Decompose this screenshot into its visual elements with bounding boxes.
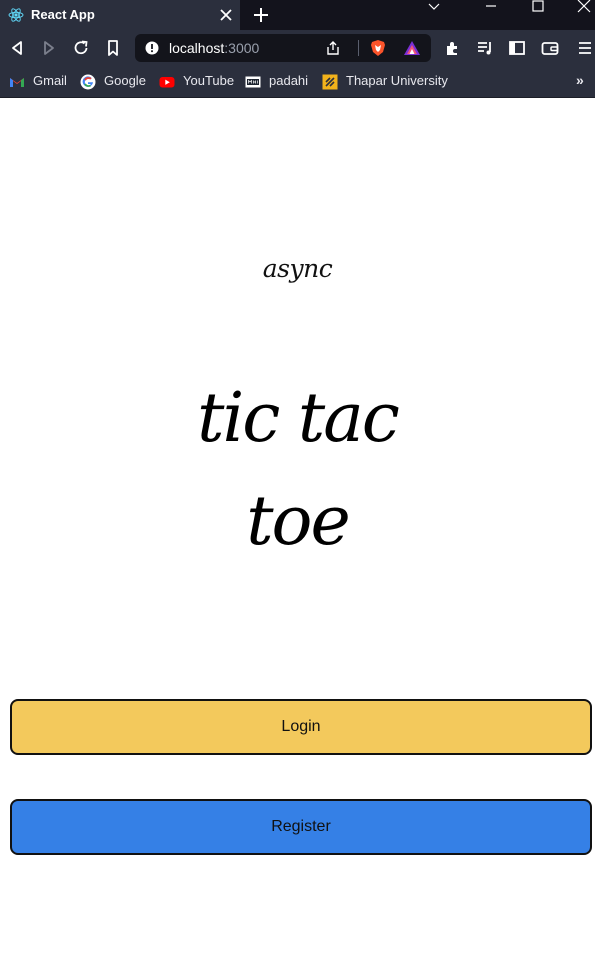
bookmark-label: Thapar University bbox=[346, 73, 448, 88]
tab-title: React App bbox=[31, 7, 95, 22]
wallet-icon[interactable] bbox=[540, 38, 560, 58]
brave-rewards-icon[interactable] bbox=[403, 39, 421, 57]
address-bar[interactable]: localhost:3000 bbox=[135, 34, 431, 62]
tab-search-button[interactable] bbox=[410, 0, 456, 28]
browser-tab[interactable]: React App bbox=[0, 0, 240, 30]
brave-shields-icon[interactable] bbox=[369, 39, 387, 57]
sidebar-icon[interactable] bbox=[507, 38, 527, 58]
maximize-button[interactable] bbox=[514, 0, 560, 28]
bookmarks-bar: Gmail Google YouTube padahi Thapar Unive… bbox=[0, 66, 595, 98]
site-info-icon[interactable] bbox=[145, 41, 159, 55]
reload-icon[interactable] bbox=[71, 38, 91, 58]
forward-icon[interactable] bbox=[39, 38, 59, 58]
page-content: async tic tac toe Login Register bbox=[0, 99, 595, 969]
register-button[interactable]: Register bbox=[10, 799, 592, 855]
minimize-icon bbox=[486, 5, 496, 7]
react-logo-icon bbox=[8, 8, 24, 22]
new-tab-icon[interactable] bbox=[252, 6, 270, 24]
url-port: :3000 bbox=[224, 40, 260, 56]
back-icon[interactable] bbox=[7, 38, 27, 58]
menu-icon[interactable] bbox=[575, 38, 595, 58]
more-bookmarks-button[interactable]: » bbox=[576, 72, 584, 88]
thapar-icon bbox=[322, 74, 338, 90]
share-icon[interactable] bbox=[325, 40, 341, 56]
padahi-icon bbox=[245, 76, 261, 88]
minimize-button[interactable] bbox=[467, 0, 513, 28]
extensions-icon[interactable] bbox=[443, 38, 463, 58]
bookmark-gmail[interactable]: Gmail bbox=[9, 72, 67, 92]
bookmark-youtube[interactable]: YouTube bbox=[159, 72, 235, 92]
url-host: localhost bbox=[169, 40, 225, 56]
register-button-label: Register bbox=[271, 818, 331, 835]
media-playlist-icon[interactable] bbox=[475, 38, 495, 58]
bookmark-padahi[interactable]: padahi bbox=[245, 72, 309, 92]
bookmark-thapar-university[interactable]: Thapar University bbox=[322, 72, 448, 92]
google-icon bbox=[80, 74, 96, 90]
login-button[interactable]: Login bbox=[10, 699, 592, 755]
bookmark-label: padahi bbox=[269, 73, 309, 88]
app-title-line-2: toe bbox=[246, 482, 351, 561]
app-title: tic tac toe bbox=[0, 367, 595, 573]
bookmark-label: Google bbox=[104, 73, 146, 88]
bookmark-label: YouTube bbox=[183, 73, 235, 88]
app-subtitle: async bbox=[262, 254, 333, 283]
login-button-label: Login bbox=[281, 718, 321, 735]
divider bbox=[358, 40, 359, 56]
youtube-icon bbox=[159, 77, 175, 88]
maximize-icon bbox=[532, 0, 544, 12]
tab-strip: React App bbox=[0, 0, 595, 30]
url-text: localhost:3000 bbox=[169, 40, 259, 56]
bookmark-label: Gmail bbox=[33, 73, 67, 88]
bookmark-icon[interactable] bbox=[103, 38, 123, 58]
close-tab-icon[interactable] bbox=[218, 7, 234, 23]
browser-toolbar: localhost:3000 bbox=[0, 30, 595, 66]
close-icon bbox=[577, 0, 591, 13]
chevron-down-icon bbox=[428, 3, 440, 10]
close-window-button[interactable] bbox=[560, 0, 595, 28]
gmail-icon bbox=[10, 78, 24, 87]
app-title-line-1: tic tac bbox=[197, 379, 400, 458]
bookmark-google[interactable]: Google bbox=[80, 72, 146, 92]
